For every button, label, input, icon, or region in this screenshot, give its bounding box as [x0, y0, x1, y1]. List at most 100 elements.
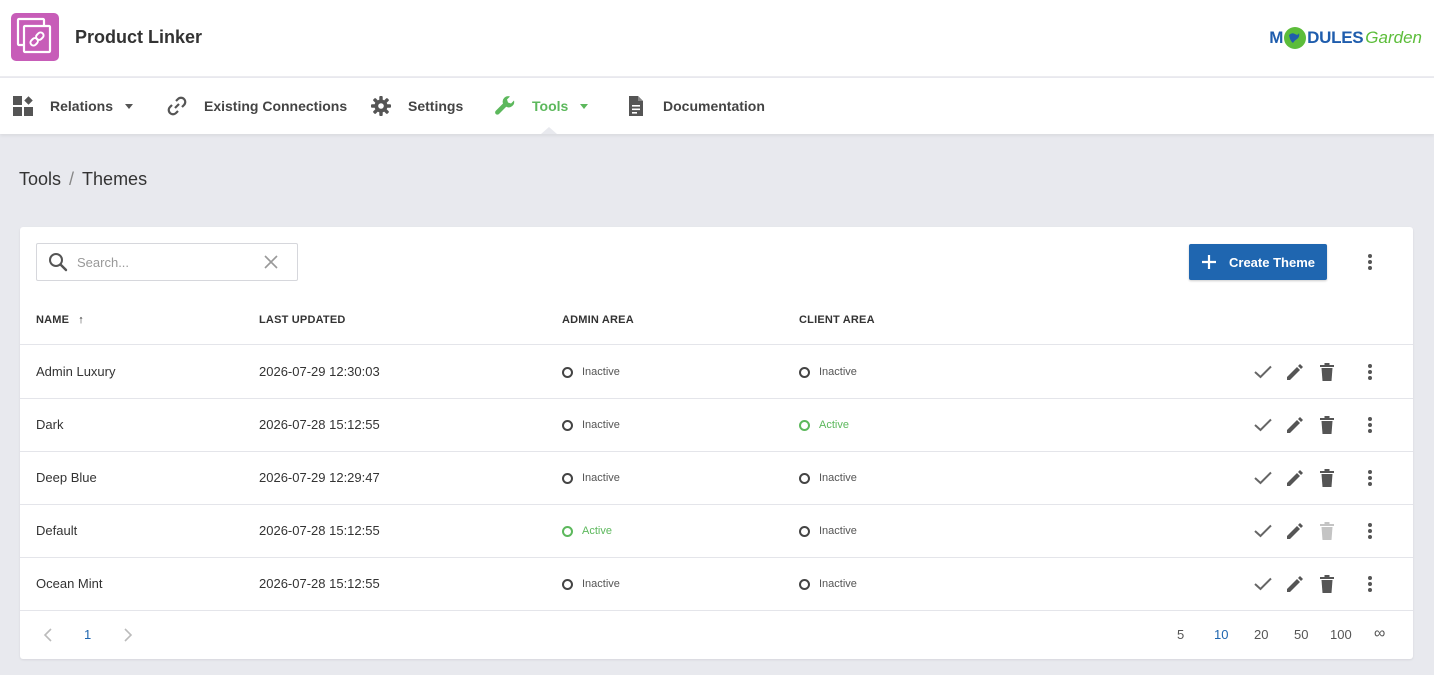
nav-label: Tools [532, 98, 569, 114]
theme-name: Dark [36, 417, 64, 432]
column-label: NAME [36, 314, 70, 326]
row-options-kebab-icon[interactable] [1360, 413, 1380, 437]
admin-area-status: Inactive [562, 578, 620, 590]
column-header-name[interactable]: NAME ↑ [36, 314, 84, 326]
activate-check-icon[interactable] [1252, 414, 1274, 436]
brand-text-dules: DULES [1307, 28, 1364, 47]
nav-item-settings[interactable]: Settings [370, 78, 463, 134]
status-label: Inactive [582, 419, 620, 431]
pagination: 1 5 10 20 50 100 ∞ [20, 612, 1413, 659]
search-icon [48, 252, 68, 272]
status-circle-icon [562, 525, 573, 537]
table-options-kebab-icon[interactable] [1360, 250, 1380, 274]
theme-name: Admin Luxury [36, 364, 116, 379]
plus-icon [1201, 254, 1217, 270]
wrench-icon [494, 95, 516, 117]
nav-label: Documentation [663, 98, 765, 114]
activate-check-icon[interactable] [1252, 520, 1274, 542]
client-area-status: Inactive [799, 366, 857, 378]
admin-area-status: Active [562, 525, 612, 537]
page-size-option[interactable]: 100 [1330, 627, 1352, 642]
column-header-client-area[interactable]: CLIENT AREA [799, 314, 875, 326]
next-page-icon[interactable] [121, 627, 135, 643]
status-label: Active [582, 525, 612, 537]
row-options-kebab-icon[interactable] [1360, 360, 1380, 384]
status-circle-icon [799, 525, 810, 537]
status-circle-icon [799, 419, 810, 431]
row-options-kebab-icon[interactable] [1360, 519, 1380, 543]
row-options-kebab-icon[interactable] [1360, 466, 1380, 490]
delete-trash-icon[interactable] [1316, 573, 1338, 595]
nav-item-tools[interactable]: Tools [494, 78, 589, 134]
nav-item-relations[interactable]: Relations [12, 78, 134, 134]
status-circle-icon [562, 472, 573, 484]
delete-trash-icon [1316, 520, 1338, 542]
column-header-admin-area[interactable]: ADMIN AREA [562, 314, 634, 326]
brand-text-garden: Garden [1365, 28, 1422, 47]
chevron-down-icon [580, 103, 589, 109]
activate-check-icon[interactable] [1252, 467, 1274, 489]
last-updated: 2026-07-28 15:12:55 [259, 417, 380, 432]
delete-trash-icon[interactable] [1316, 414, 1338, 436]
last-updated: 2026-07-28 15:12:55 [259, 576, 380, 591]
edit-pencil-icon[interactable] [1284, 520, 1306, 542]
row-options-kebab-icon[interactable] [1360, 572, 1380, 596]
delete-trash-icon[interactable] [1316, 467, 1338, 489]
edit-pencil-icon[interactable] [1284, 573, 1306, 595]
client-area-status: Inactive [799, 525, 857, 537]
page-size-option[interactable]: ∞ [1374, 625, 1385, 643]
status-label: Inactive [582, 366, 620, 378]
main-nav: Relations Existing Connections Settings … [0, 78, 1434, 134]
nav-label: Relations [50, 98, 114, 114]
client-area-status: Active [799, 419, 849, 431]
client-area-status: Inactive [799, 472, 857, 484]
status-label: Active [819, 419, 849, 431]
clear-search-icon[interactable] [263, 254, 279, 270]
themes-table-card: Create Theme NAME ↑ LAST UPDATED ADMIN A… [20, 227, 1413, 659]
status-label: Inactive [582, 578, 620, 590]
page-number[interactable]: 1 [84, 627, 91, 642]
status-circle-icon [799, 366, 810, 378]
page-size-option[interactable]: 10 [1214, 627, 1228, 642]
modulesgarden-logo: M DULES Garden [1269, 23, 1422, 53]
brand-text-m: M [1269, 28, 1284, 47]
activate-check-icon[interactable] [1252, 361, 1274, 383]
nav-label: Settings [408, 98, 464, 114]
globe-icon [1284, 27, 1307, 49]
activate-check-icon[interactable] [1252, 573, 1274, 595]
column-header-last-updated[interactable]: LAST UPDATED [259, 314, 346, 326]
search-input[interactable] [77, 254, 257, 270]
last-updated: 2026-07-29 12:30:03 [259, 364, 380, 379]
last-updated: 2026-07-29 12:29:47 [259, 470, 380, 485]
delete-trash-icon[interactable] [1316, 361, 1338, 383]
edit-pencil-icon[interactable] [1284, 361, 1306, 383]
theme-name: Default [36, 523, 78, 538]
breadcrumb-current: Themes [82, 169, 148, 189]
edit-pencil-icon[interactable] [1284, 467, 1306, 489]
status-label: Inactive [582, 472, 620, 484]
status-circle-icon [799, 578, 810, 590]
status-label: Inactive [819, 472, 857, 484]
search-box [36, 243, 298, 281]
sort-ascending-icon: ↑ [78, 314, 84, 326]
status-label: Inactive [819, 578, 857, 590]
breadcrumb-parent[interactable]: Tools [19, 169, 61, 190]
widgets-icon [12, 95, 34, 117]
nav-item-documentation[interactable]: Documentation [625, 78, 765, 134]
admin-area-status: Inactive [562, 472, 620, 484]
link-icon [166, 95, 188, 117]
create-theme-label: Create Theme [1229, 254, 1315, 270]
edit-pencil-icon[interactable] [1284, 414, 1306, 436]
page-size-option[interactable]: 20 [1254, 627, 1268, 642]
status-circle-icon [562, 578, 573, 590]
gear-icon [370, 95, 392, 117]
nav-item-existing-connections[interactable]: Existing Connections [166, 78, 347, 134]
nav-label: Existing Connections [204, 98, 348, 114]
page-size-option[interactable]: 5 [1177, 627, 1184, 642]
document-icon [625, 95, 647, 117]
page-size-option[interactable]: 50 [1294, 627, 1308, 642]
app-title: Product Linker [75, 27, 203, 47]
create-theme-button[interactable]: Create Theme [1189, 244, 1327, 280]
prev-page-icon[interactable] [41, 627, 55, 643]
breadcrumb: Tools / Themes [19, 169, 147, 190]
